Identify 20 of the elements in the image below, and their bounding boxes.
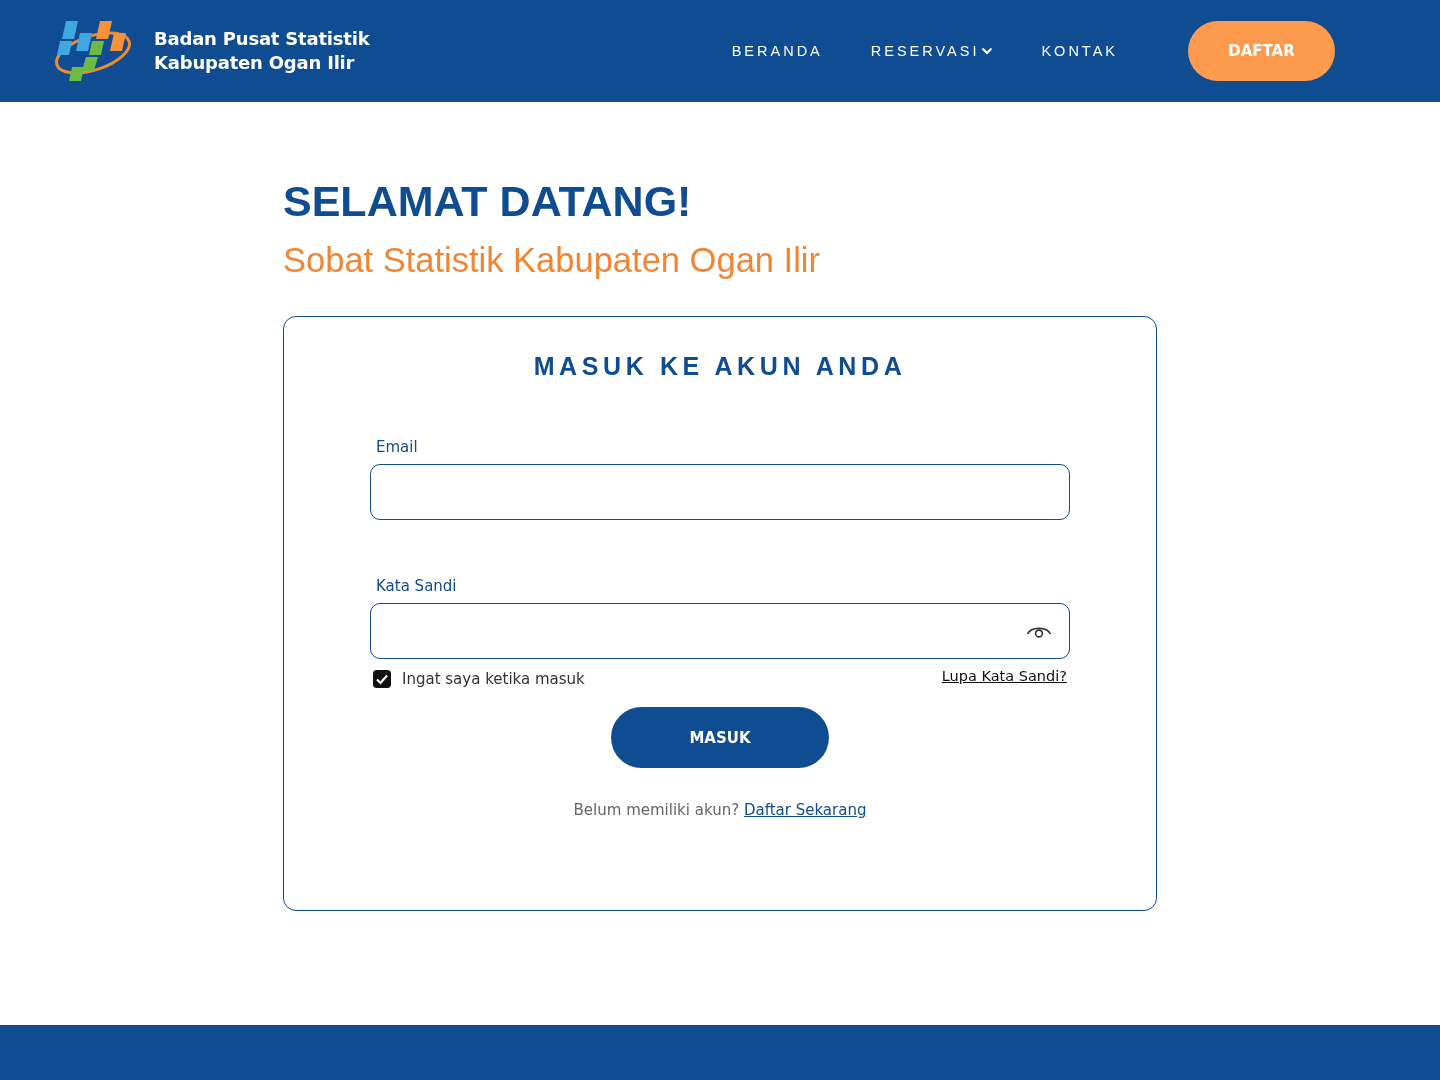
signup-link[interactable]: Daftar Sekarang: [743, 801, 867, 819]
nav-link[interactable]: BERANDA: [731, 43, 823, 59]
welcome-title: SELAMAT DATANG!: [283, 176, 693, 227]
field-label: Email: [376, 437, 419, 457]
login-heading: MASUK KE AKUN ANDA: [532, 351, 908, 381]
remember-label: Ingat saya ketika masuk: [402, 670, 585, 688]
email-field[interactable]: [370, 464, 1070, 520]
logo-icon: [52, 19, 134, 83]
welcome-subtitle: Sobat Statistik Kabupaten Ogan Ilir: [283, 240, 821, 281]
site-subtitle: Kabupaten Ogan Ilir: [154, 51, 356, 75]
forgot-password-link[interactable]: Lupa Kata Sandi?: [941, 668, 1067, 684]
password-field[interactable]: [370, 603, 1070, 659]
nav-link[interactable]: KONTAK: [1041, 43, 1118, 59]
remember-checkbox[interactable]: [373, 670, 391, 688]
signup-prompt: Belum memiliki akun?: [573, 801, 740, 819]
nav-dropdown[interactable]: RESERVASI: [870, 43, 994, 59]
site-title: Badan Pusat Statistik: [154, 27, 370, 51]
chevron-down-icon: [981, 47, 994, 55]
login-button[interactable]: MASUK: [611, 707, 829, 768]
field-label: Kata Sandi: [376, 576, 458, 596]
